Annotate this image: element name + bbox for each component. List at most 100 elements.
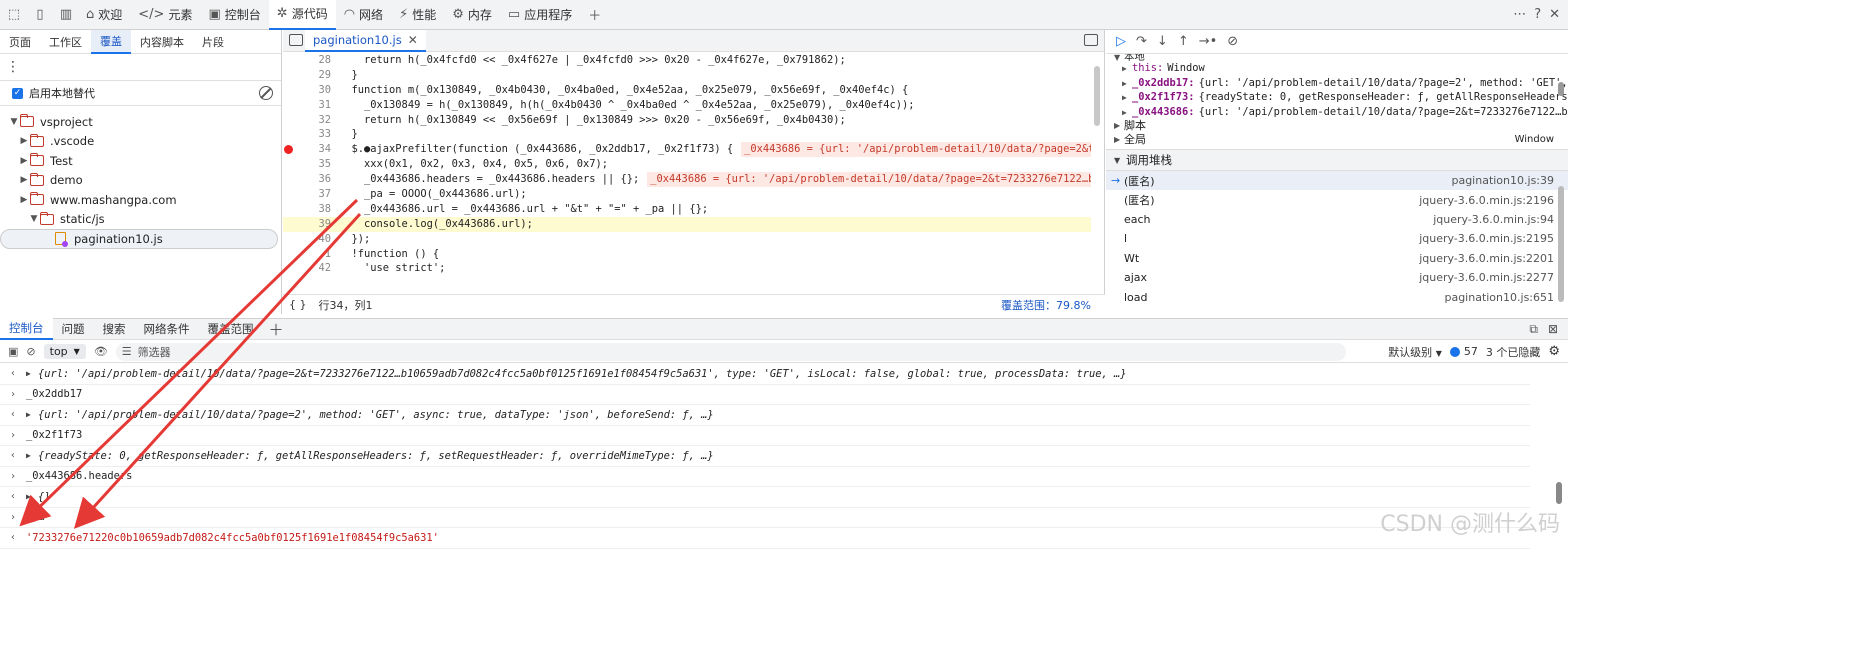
- console-message[interactable]: ‹ ▶ {readyState: 0, getResponseHeader: ƒ, …: [0, 446, 1530, 467]
- close-icon[interactable]: ✕: [1549, 7, 1560, 22]
- breakpoint-gutter[interactable]: [283, 68, 303, 83]
- close-tab-icon[interactable]: ✕: [408, 33, 418, 47]
- callstack-frame[interactable]: load pagination10.js:651: [1106, 287, 1568, 306]
- breakpoint-gutter[interactable]: [283, 113, 303, 128]
- console-message[interactable]: ‹ '7233276e71220c0b10659adb7d082c4fcc5a0b…: [0, 528, 1530, 549]
- console-message[interactable]: › _0x2ddb17: [0, 385, 1530, 405]
- console-sidebar-icon[interactable]: ▣: [8, 345, 18, 358]
- chevron-right-icon[interactable]: ▶: [1122, 91, 1132, 105]
- editor-vertical-scrollbar[interactable]: [1092, 56, 1102, 296]
- frame-location[interactable]: jquery-3.6.0.min.js:2195: [1419, 232, 1554, 245]
- expand-object-icon[interactable]: ▶: [26, 410, 38, 419]
- toggle-navigator-icon[interactable]: [289, 34, 303, 46]
- drawer-tab-4[interactable]: 覆盖范围: [199, 318, 263, 340]
- chevron-right-icon[interactable]: ▶: [18, 156, 30, 166]
- expand-object-icon[interactable]: ▶: [26, 369, 38, 378]
- clear-console-icon[interactable]: ⊘: [26, 345, 35, 358]
- breakpoint-gutter[interactable]: [283, 247, 303, 262]
- inspect-element-icon[interactable]: ⬚: [2, 3, 26, 27]
- navigator-more-icon[interactable]: ⋮: [0, 54, 281, 80]
- chevron-right-icon[interactable]: ▶: [18, 195, 30, 205]
- chevron-right-icon[interactable]: ▶: [18, 175, 30, 185]
- code-line[interactable]: 30 function m(_0x130849, _0x4b0430, _0x4…: [283, 83, 1091, 98]
- breakpoint-gutter[interactable]: [283, 261, 303, 276]
- frame-location[interactable]: jquery-3.6.0.min.js:2277: [1419, 271, 1554, 284]
- frame-location[interactable]: pagination10.js:39: [1451, 174, 1554, 187]
- panel-tab-4[interactable]: ◠ 网络: [336, 0, 391, 30]
- panel-tab-7[interactable]: ▭ 应用程序: [500, 0, 580, 30]
- panel-tab-2[interactable]: ▣ 控制台: [200, 0, 268, 30]
- callstack-frame[interactable]: → (匿名) pagination10.js:39: [1106, 171, 1568, 191]
- add-panel-button[interactable]: ＋: [580, 0, 609, 30]
- breakpoint-gutter[interactable]: [283, 98, 303, 113]
- hidden-count[interactable]: 3 个已隐藏: [1486, 344, 1541, 360]
- console-settings-icon[interactable]: ⚙: [1548, 344, 1560, 359]
- chevron-right-icon[interactable]: ▶: [1122, 62, 1132, 76]
- code-line[interactable]: 1 !function () {: [283, 247, 1091, 262]
- frame-location[interactable]: pagination10.js:651: [1444, 291, 1554, 304]
- step-out-icon[interactable]: ↑: [1178, 34, 1189, 49]
- callstack-frame[interactable]: l jquery-3.6.0.min.js:2195: [1106, 229, 1568, 248]
- callstack-header[interactable]: ▼ 调用堆栈: [1106, 149, 1568, 171]
- frame-location[interactable]: jquery-3.6.0.min.js:2196: [1419, 194, 1554, 207]
- debugger-scrollbar[interactable]: [1556, 58, 1566, 310]
- line-number[interactable]: 37: [303, 187, 339, 202]
- breakpoint-gutter[interactable]: [283, 53, 303, 68]
- breakpoint-gutter[interactable]: [283, 172, 303, 187]
- console-filter-input[interactable]: ☰ 筛选器: [115, 342, 1346, 361]
- code-line[interactable]: 33 }: [283, 127, 1091, 142]
- callstack-frame[interactable]: (匿名) jquery-3.6.0.min.js:2196: [1106, 190, 1568, 209]
- line-number[interactable]: 1: [303, 247, 339, 262]
- live-expression-icon[interactable]: 👁: [94, 345, 108, 358]
- panel-tab-6[interactable]: ⚙ 内存: [444, 0, 500, 30]
- breakpoint-gutter[interactable]: [283, 127, 303, 142]
- code-line[interactable]: 34 $.●ajaxPrefilter(function (_0x443686,…: [283, 142, 1091, 158]
- console-message[interactable]: › _0x2f1f73: [0, 426, 1530, 446]
- tree-folder[interactable]: ▼ static/js: [0, 210, 281, 230]
- console-message[interactable]: ‹ ▶ {url: '/api/problem-detail/10/data/?pa…: [0, 405, 1530, 426]
- context-selector[interactable]: top ▼: [43, 344, 86, 359]
- code-line[interactable]: 36 _0x443686.headers = _0x443686.headers…: [283, 172, 1091, 188]
- console-output[interactable]: ‹ ▶ {url: '/api/problem-detail/10/data/?pa…: [0, 364, 1556, 552]
- breakpoint-gutter[interactable]: [283, 217, 303, 232]
- scope-variable[interactable]: ▶ _0x2f1f73: {readyState: 0, getResponseHe…: [1122, 90, 1568, 105]
- breakpoint-icon[interactable]: [284, 145, 293, 155]
- breakpoint-gutter[interactable]: [283, 83, 303, 98]
- scope-variable[interactable]: ▶ _0x443686: {url: '/api/problem-detail/10…: [1122, 105, 1568, 120]
- line-number[interactable]: 31: [303, 98, 339, 113]
- scope-script[interactable]: ▶ 脚本: [1106, 119, 1568, 133]
- expand-object-icon[interactable]: ▶: [26, 492, 38, 501]
- line-number[interactable]: 30: [303, 83, 339, 98]
- panel-tab-0[interactable]: ⌂ 欢迎: [78, 0, 130, 30]
- add-drawer-tab-icon[interactable]: ＋: [263, 319, 290, 340]
- code-line[interactable]: 40 });: [283, 232, 1091, 247]
- chevron-right-icon[interactable]: ▶: [1122, 106, 1132, 120]
- console-message[interactable]: ‹ ▶ {url: '/api/problem-detail/10/data/?pa…: [0, 364, 1530, 385]
- line-number[interactable]: 32: [303, 113, 339, 128]
- code-lines[interactable]: 28 return h(_0x4fcfd0 << _0x4f627e | _0x…: [283, 53, 1091, 291]
- scope-variable[interactable]: ▶ _0x2ddb17: {url: '/api/problem-detail/10…: [1122, 76, 1568, 91]
- navigator-tab-0[interactable]: 页面: [0, 30, 40, 54]
- line-number[interactable]: 34: [303, 142, 339, 157]
- callstack-frame[interactable]: Wt jquery-3.6.0.min.js:2201: [1106, 249, 1568, 268]
- toggle-debugger-icon[interactable]: [1084, 34, 1098, 46]
- step-icon[interactable]: →•: [1199, 34, 1218, 49]
- line-number[interactable]: 39: [303, 217, 339, 232]
- tree-folder[interactable]: ▶ .vscode: [0, 132, 281, 152]
- chevron-down-icon[interactable]: ▼: [8, 117, 20, 127]
- drawer-tab-1[interactable]: 问题: [53, 318, 94, 340]
- console-message[interactable]: › _0x443686.headers: [0, 467, 1530, 487]
- tree-folder[interactable]: ▶ demo: [0, 171, 281, 191]
- device-emulation-icon[interactable]: ▯: [28, 3, 52, 27]
- line-number[interactable]: 29: [303, 68, 339, 83]
- undock-drawer-icon[interactable]: ⧉: [1529, 322, 1538, 337]
- frame-location[interactable]: jquery-3.6.0.min.js:94: [1433, 213, 1554, 226]
- breakpoint-gutter[interactable]: [283, 202, 303, 217]
- line-number[interactable]: 42: [303, 261, 339, 276]
- navigator-tab-4[interactable]: 片段: [193, 30, 233, 54]
- step-over-icon[interactable]: ↷: [1136, 34, 1147, 49]
- breakpoint-gutter[interactable]: [283, 157, 303, 172]
- panel-tab-3[interactable]: ✲ 源代码: [268, 0, 336, 30]
- log-level-selector[interactable]: 默认级别 ▼: [1388, 344, 1442, 360]
- callstack-frame[interactable]: ajax jquery-3.6.0.min.js:2277: [1106, 268, 1568, 287]
